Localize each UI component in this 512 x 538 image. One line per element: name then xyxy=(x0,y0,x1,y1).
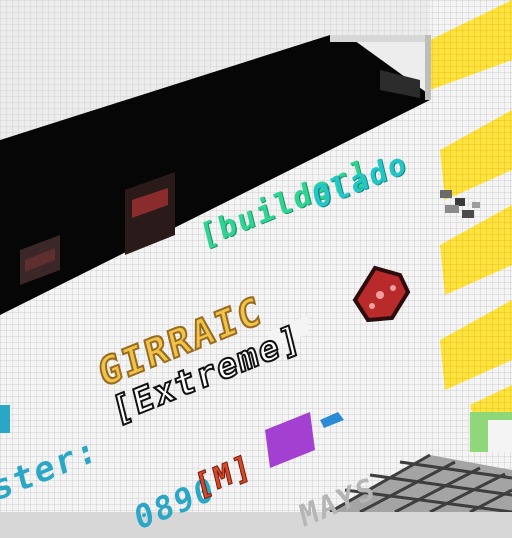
blue-fragment xyxy=(0,405,10,433)
